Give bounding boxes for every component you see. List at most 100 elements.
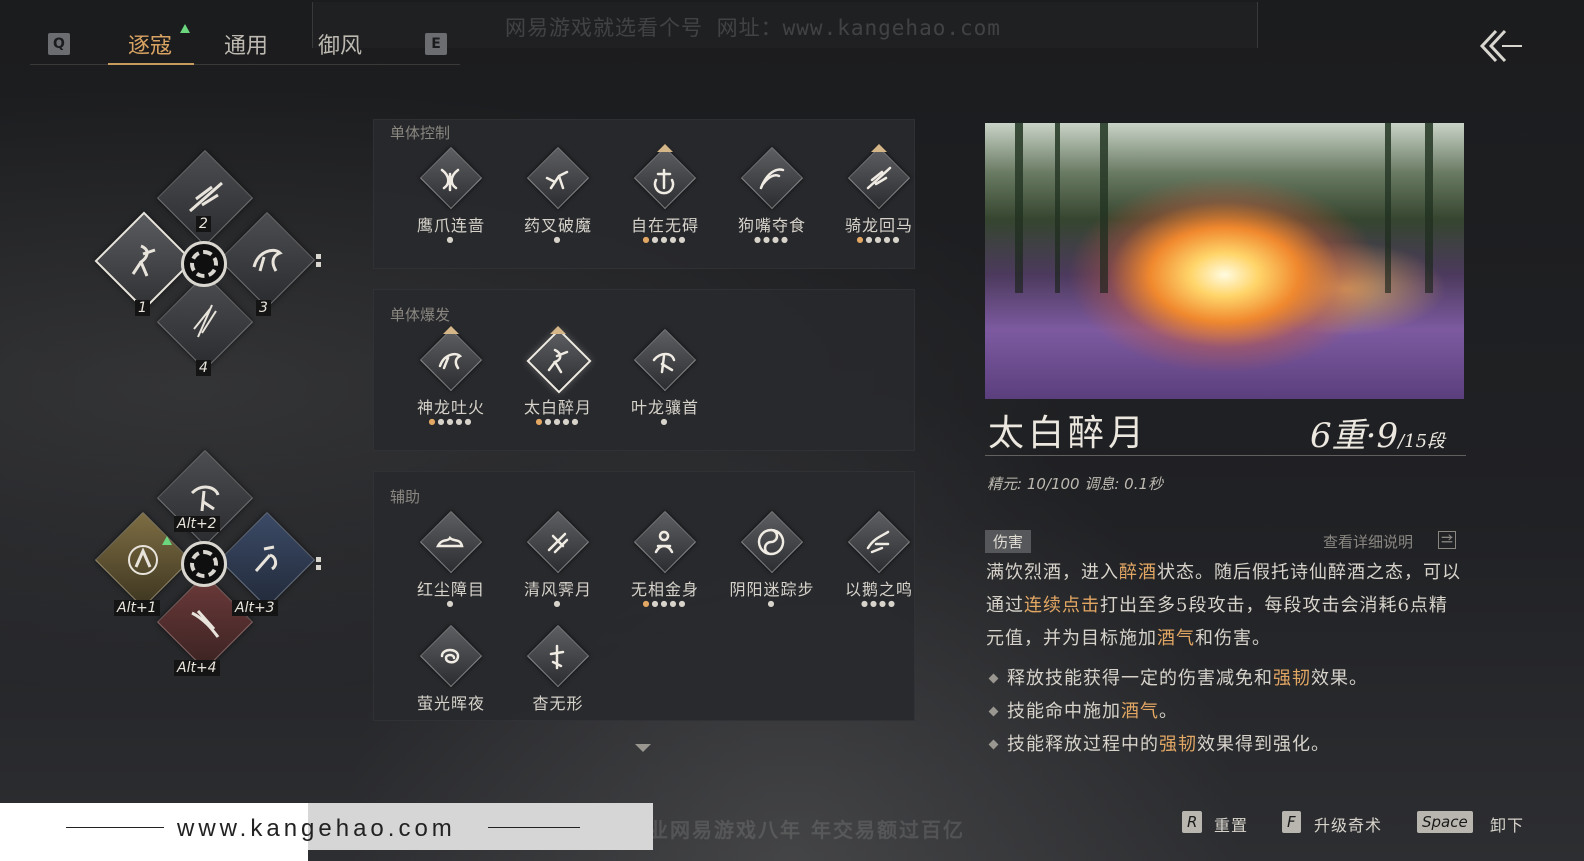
prev-tab-key[interactable]: Q — [48, 33, 70, 55]
skill-level-dots: ●●●● — [861, 599, 897, 608]
skill-1-0[interactable]: 神龙吐火 ●●●●● — [398, 322, 488, 432]
more-dots-icon[interactable] — [316, 254, 322, 270]
skill-level-dots: ● — [767, 599, 777, 608]
skill-2-0[interactable]: 红尘障目 ● — [398, 504, 488, 614]
tab-yufeng[interactable]: 御风 — [318, 28, 362, 60]
slot-alt-4-label: Alt+4 — [174, 660, 220, 676]
skill-detail-title: 太白醉月 — [988, 413, 1149, 454]
reset-label[interactable]: 重置 — [1214, 812, 1248, 836]
reset-key[interactable]: R — [1182, 811, 1203, 833]
strike-icon — [254, 545, 278, 572]
skill-name: 药叉破魔 — [523, 216, 592, 235]
watermark-top: 网易游戏就选看个号 网址：www.kangehao.com — [505, 16, 1001, 40]
upgrade-key[interactable]: F — [1282, 811, 1301, 833]
details-toggle-icon[interactable] — [1438, 531, 1456, 549]
skill-0-2[interactable]: 自在无碍 ●●●●● — [612, 140, 702, 250]
keyword-highlight: 酒气 — [1121, 701, 1159, 722]
upgrade-label[interactable]: 升级奇术 — [1314, 812, 1382, 836]
tab-zhukou[interactable]: 逐寇 — [128, 28, 172, 60]
claw-icon — [440, 168, 460, 192]
slot-1-label: 1 — [135, 300, 150, 316]
banner-line-right — [488, 827, 580, 828]
skill-level-dots: ● — [553, 235, 563, 244]
skill-0-4[interactable]: 骑龙回马 ●●●●● — [826, 140, 916, 250]
scroll-down-icon[interactable] — [635, 744, 651, 752]
keyword-highlight: 酒气 — [1157, 628, 1195, 649]
drunk-icon — [131, 244, 156, 277]
skill-name: 杳无形 — [532, 694, 584, 713]
divider — [985, 455, 1466, 456]
skill-level-dots: ● — [553, 599, 563, 608]
skill-2-2[interactable]: 无相金身 ●●●●● — [612, 504, 702, 614]
active-tab-underline — [108, 63, 194, 65]
new-indicator-icon — [180, 24, 190, 33]
skill-group-support: 辅助 红尘障目 ● 清风霁月 ● 无相金身 ●●●●● 阴阳迷踪步 ● 以鹅之鸣 ●●●● 萤光晖夜… — [373, 471, 915, 721]
dragon-icon — [252, 248, 283, 272]
back-arrow-icon[interactable] — [1478, 28, 1524, 64]
skill-level-dots: ●●●●● — [535, 417, 581, 426]
skill-2-5[interactable]: 萤光晖夜 — [398, 618, 488, 720]
desc-text: 效果得到强化。 — [1197, 734, 1330, 755]
skill-description: 满饮烈酒，进入醉酒状态。随后假托诗仙醉酒之态，可以通过连续点击打出至多5段攻击，… — [986, 556, 1466, 655]
next-tab-key[interactable]: E — [425, 33, 447, 55]
slot-alt-3-label: Alt+3 — [232, 600, 278, 616]
skill-0-1[interactable]: 药叉破魔 ● — [505, 140, 595, 250]
tab-tongyong[interactable]: 通用 — [224, 28, 268, 60]
alt-new-indicator-icon — [162, 536, 172, 545]
shadow-icon — [549, 644, 565, 670]
yinyang-icon — [757, 528, 785, 556]
skill-name: 神龙吐火 — [416, 398, 485, 417]
view-details-link[interactable]: 查看详细说明 — [1323, 531, 1413, 552]
spear-icon — [866, 166, 892, 190]
skill-0-3[interactable]: 狗嘴夺食 ●●●● — [719, 140, 809, 250]
skill-level-dots: ● — [446, 599, 456, 608]
skill-2-4[interactable]: 以鹅之鸣 ●●●● — [826, 504, 914, 614]
effect-bullet: 技能释放过程中的强韧效果得到强化。 — [987, 728, 1467, 761]
skill-2-3[interactable]: 阴阳迷踪步 ● — [719, 504, 814, 614]
skill-name: 清风霁月 — [523, 580, 592, 599]
level-sub: /15段 — [1398, 431, 1446, 452]
unequip-label[interactable]: 卸下 — [1490, 812, 1524, 836]
loadout-wheel-icon — [181, 241, 227, 287]
cloud-icon — [435, 535, 464, 548]
leap-icon — [652, 352, 676, 374]
skill-0-0[interactable]: 鹰爪连啬 ● — [398, 140, 488, 250]
skill-level-dots: ● — [660, 417, 670, 426]
alt-more-dots-icon[interactable] — [316, 557, 322, 573]
skill-level-dots: ●●●●● — [856, 235, 902, 244]
desc-text: 技能释放过程中的 — [1007, 734, 1159, 755]
skill-name: 阴阳迷踪步 — [729, 580, 815, 599]
desc-text: 技能命中施加 — [1007, 701, 1121, 722]
drunk-icon — [547, 348, 569, 374]
preview-tree — [1100, 123, 1108, 293]
skill-2-1[interactable]: 清风霁月 ● — [505, 504, 595, 614]
unequip-key[interactable]: Space — [1417, 811, 1473, 833]
keyword-highlight: 连续点击 — [1024, 595, 1100, 616]
preview-tree — [1015, 123, 1023, 293]
desc-text: 释放技能获得一定的伤害减免和 — [1007, 668, 1273, 689]
desc-text: 效果。 — [1311, 668, 1368, 689]
skill-level: 6重·9/15段 — [1310, 408, 1445, 457]
slot-alt-2-label: Alt+2 — [174, 516, 220, 532]
skill-group-control: 单体控制 鹰爪连啬 ● 药叉破魔 ● 自在无碍 ●●●●● 狗嘴夺食 ●●●● 骑龙回马 ●●●●… — [373, 119, 915, 269]
skill-level-dots: ●●●●● — [428, 417, 474, 426]
skill-1-2[interactable]: 叶龙骧首 ● — [612, 322, 702, 432]
kick-icon — [545, 170, 569, 190]
desc-text: 和伤害。 — [1195, 628, 1271, 649]
skill-2-6[interactable]: 杳无形 — [505, 618, 595, 720]
preview-tree — [1385, 123, 1391, 293]
skill-effects-list: 释放技能获得一定的伤害减免和强韧效果。 技能命中施加酒气。 技能释放过程中的强韧效果… — [987, 662, 1467, 761]
desc-text: 满饮烈酒，进入 — [986, 562, 1119, 583]
dragon-icon — [438, 352, 463, 370]
watermark-site: www.kangehao.com — [177, 815, 456, 842]
skill-1-1[interactable]: 太白醉月 ●●●●● — [505, 322, 595, 432]
slot-2-label: 2 — [196, 216, 211, 232]
effect-bullet: 释放技能获得一定的伤害减免和强韧效果。 — [987, 662, 1467, 695]
keyword-highlight: 强韧 — [1273, 668, 1311, 689]
desc-text: 。 — [1159, 701, 1178, 722]
skill-name: 叶龙骧首 — [630, 398, 699, 417]
blade-icon — [193, 304, 217, 338]
skill-name: 红尘障目 — [416, 580, 485, 599]
slash-icon — [759, 168, 785, 190]
swirl-icon — [440, 648, 460, 664]
